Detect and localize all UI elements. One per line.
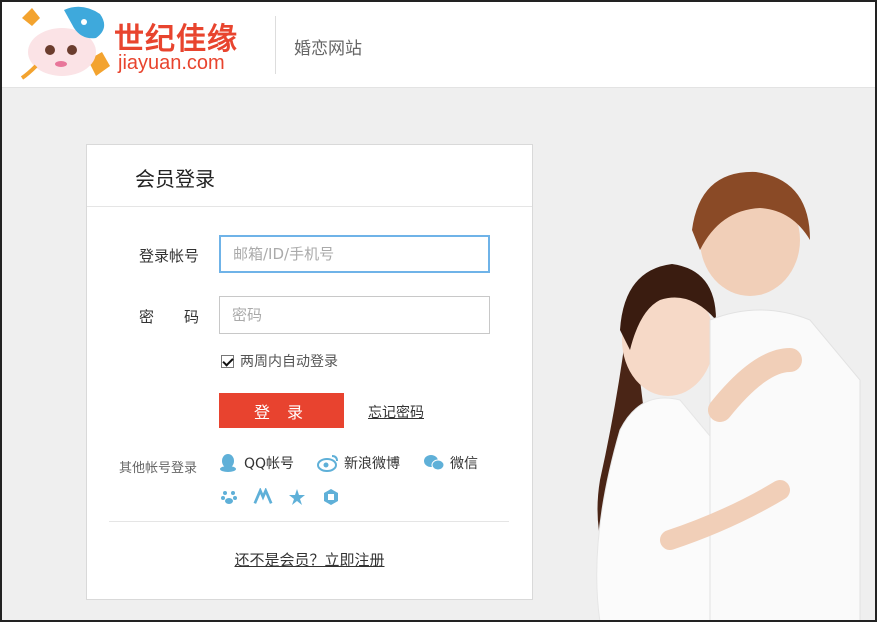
top-bar: 世纪佳缘 jiayuan.com 婚恋网站 xyxy=(0,0,877,88)
weibo-login[interactable]: 新浪微博 xyxy=(317,453,400,473)
logo-en-text: jiayuan.com xyxy=(118,52,225,74)
weibo-icon xyxy=(317,453,339,473)
wechat-label: 微信 xyxy=(450,456,478,472)
qq-login[interactable]: QQ帐号 xyxy=(217,453,294,473)
baidu-icon[interactable] xyxy=(219,487,239,507)
qq-label: QQ帐号 xyxy=(244,456,295,472)
renren-icon[interactable] xyxy=(253,487,273,507)
account-label: 登录帐号 xyxy=(139,247,200,265)
misc-icon[interactable] xyxy=(321,487,341,507)
wechat-icon xyxy=(423,453,445,473)
qq-icon xyxy=(217,453,239,473)
wechat-login[interactable]: 微信 xyxy=(423,453,478,473)
site-subtitle: 婚恋网站 xyxy=(294,39,362,59)
register-link[interactable]: 还不是会员？立即注册 xyxy=(87,549,532,570)
remember-label: 两周内自动登录 xyxy=(240,354,338,370)
panel-title: 会员登录 xyxy=(135,167,215,191)
password-input[interactable] xyxy=(219,296,490,334)
mascot-icon xyxy=(20,6,110,80)
panel-header: 会员登录 xyxy=(87,145,532,207)
login-button[interactable]: 登 录 xyxy=(219,393,344,428)
remember-checkbox[interactable] xyxy=(221,354,234,368)
other-login-label: 其他帐号登录 xyxy=(119,461,198,476)
site-logo[interactable]: 世纪佳缘 jiayuan.com xyxy=(18,4,268,82)
more-social-icons xyxy=(219,487,341,507)
account-input[interactable] xyxy=(219,235,490,273)
divider-line xyxy=(109,521,509,522)
star-icon[interactable] xyxy=(287,487,307,507)
header-divider xyxy=(275,16,276,74)
login-panel: 会员登录 登录帐号 密 码 两周内自动登录 登 录 忘记密码 其他帐号登录 QQ… xyxy=(86,144,533,600)
couple-photo xyxy=(560,160,870,622)
weibo-label: 新浪微博 xyxy=(344,456,400,472)
remember-me[interactable]: 两周内自动登录 xyxy=(221,351,338,371)
password-label: 密 码 xyxy=(139,308,200,326)
forgot-password-link[interactable]: 忘记密码 xyxy=(368,402,424,422)
